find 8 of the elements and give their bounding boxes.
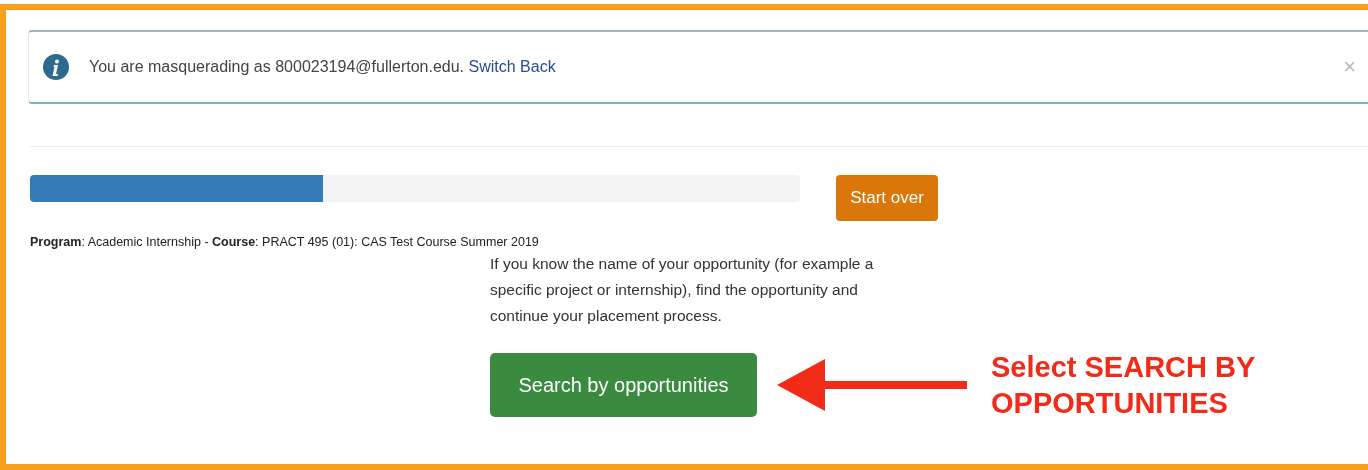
start-over-button[interactable]: Start over — [836, 175, 938, 221]
program-course-info: Program: Academic Internship - Course: PRACT 495 (01): CAS Test Course Summer 2019 — [30, 235, 540, 249]
switch-back-link[interactable]: Switch Back — [468, 58, 556, 76]
info-icon — [43, 54, 69, 80]
annotation-text: Select SEARCH BY OPPORTUNITIES — [991, 350, 1256, 421]
instruction-text: If you know the name of your opportunity (for example a specific project or internship), find the opportunity and continue your placement process. — [490, 254, 875, 326]
search-by-opportunities-button[interactable]: Search by opportunities — [490, 353, 757, 417]
masquerade-message: You are masquerading as 800023194@fullerton.edu. — [89, 58, 466, 76]
